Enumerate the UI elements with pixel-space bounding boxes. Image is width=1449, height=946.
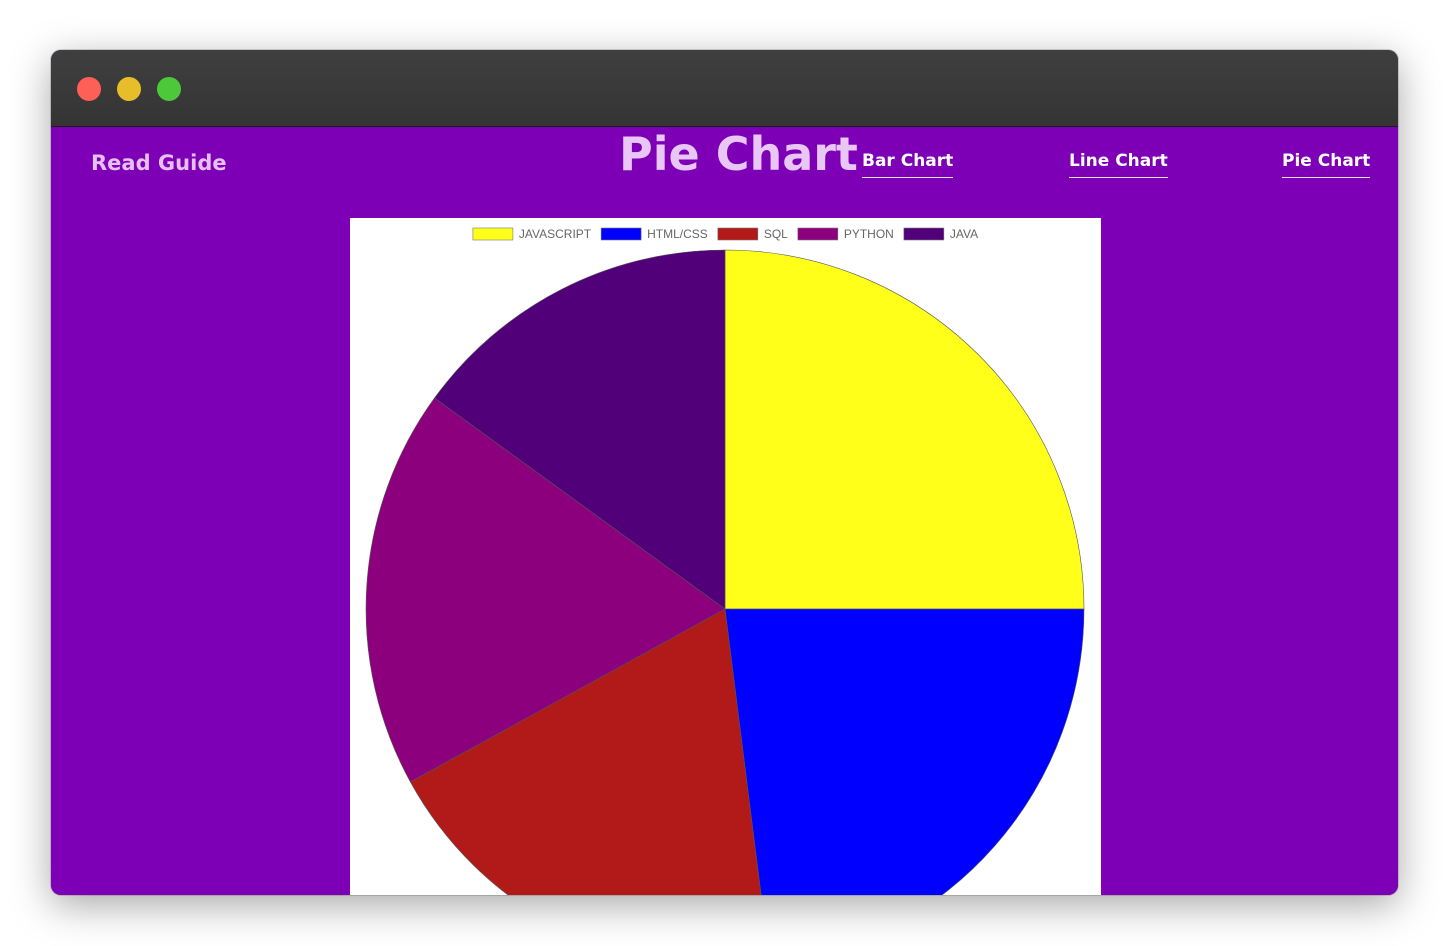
legend-item-sql[interactable]: SQL <box>717 227 788 241</box>
chart-legend: JAVASCRIPT HTML/CSS SQL PYTHON JAVA <box>472 227 978 241</box>
legend-swatch <box>717 227 759 241</box>
nav-pie-chart-link[interactable]: Pie Chart <box>1282 151 1371 178</box>
page-title: Pie Chart <box>619 127 858 181</box>
legend-item-python[interactable]: PYTHON <box>797 227 894 241</box>
legend-label: SQL <box>764 227 788 241</box>
nav-bar-chart-link[interactable]: Bar Chart <box>862 151 954 178</box>
page-content: Read Guide Pie Chart Bar Chart Line Char… <box>51 127 1398 895</box>
pie-slices <box>365 249 1085 895</box>
legend-item-javascript[interactable]: JAVASCRIPT <box>472 227 592 241</box>
legend-label: JAVASCRIPT <box>519 227 592 241</box>
legend-swatch <box>472 227 514 241</box>
legend-swatch <box>600 227 642 241</box>
legend-swatch <box>797 227 839 241</box>
pie-slice-javascript[interactable] <box>724 249 1085 610</box>
minimize-window-button[interactable] <box>117 77 141 101</box>
legend-label: PYTHON <box>844 227 894 241</box>
legend-item-java[interactable]: JAVA <box>903 227 978 241</box>
legend-swatch <box>903 227 945 241</box>
read-guide-link[interactable]: Read Guide <box>91 151 227 175</box>
maximize-window-button[interactable] <box>157 77 181 101</box>
app-window: Read Guide Pie Chart Bar Chart Line Char… <box>51 50 1398 895</box>
pie-chart-panel: JAVASCRIPT HTML/CSS SQL PYTHON JAVA <box>350 218 1101 895</box>
close-window-button[interactable] <box>77 77 101 101</box>
nav-line-chart-link[interactable]: Line Chart <box>1069 151 1168 178</box>
legend-item-html-css[interactable]: HTML/CSS <box>600 227 708 241</box>
pie-chart: JAVASCRIPT HTML/CSS SQL PYTHON JAVA <box>365 227 1085 895</box>
pie-slice-html-css[interactable] <box>724 608 1085 895</box>
legend-label: HTML/CSS <box>647 227 708 241</box>
title-bar <box>51 50 1398 127</box>
legend-label: JAVA <box>950 227 978 241</box>
